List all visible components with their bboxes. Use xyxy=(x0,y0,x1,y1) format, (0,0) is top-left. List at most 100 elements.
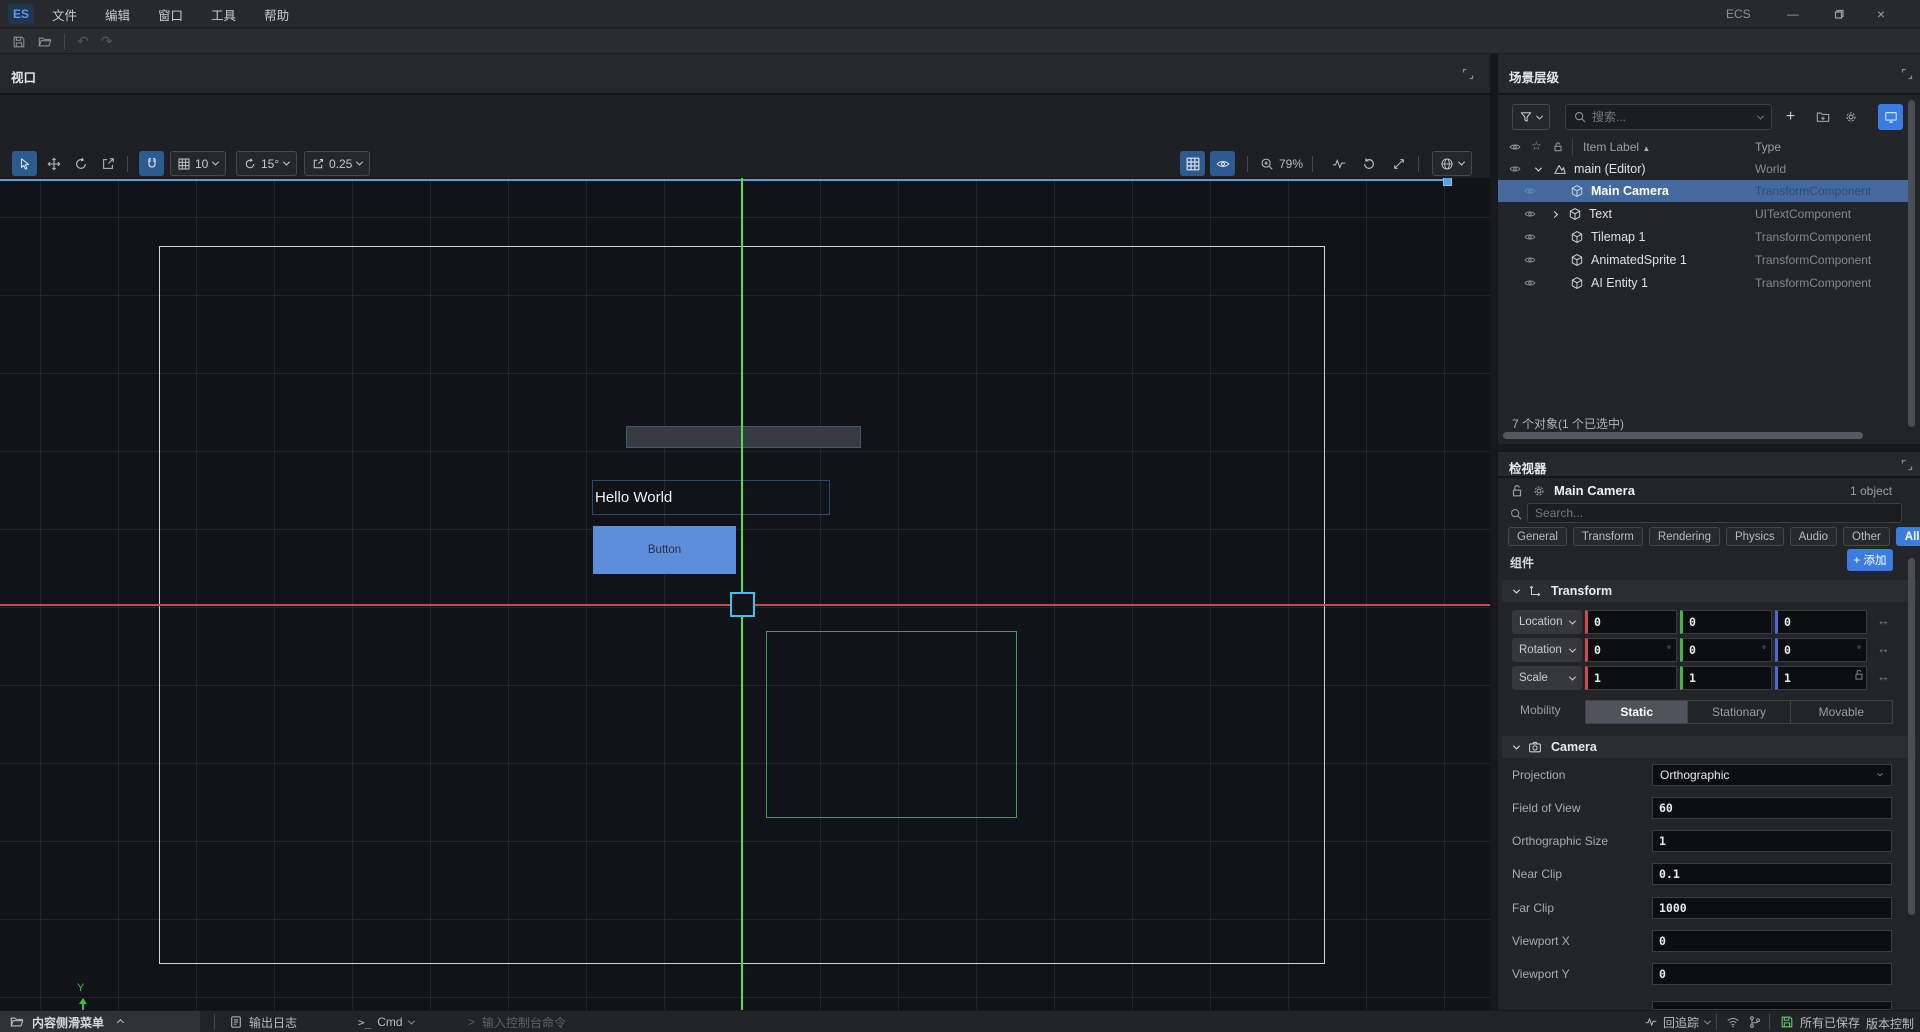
inspector-search-input[interactable] xyxy=(1535,506,1894,520)
tree-row-text[interactable]: Text UITextComponent xyxy=(1498,203,1908,225)
tab-rendering[interactable]: Rendering xyxy=(1649,527,1720,546)
show-grid-toggle[interactable] xyxy=(1180,151,1205,176)
output-log-button[interactable]: 输出日志 xyxy=(230,1011,297,1032)
eye-icon[interactable] xyxy=(1509,163,1521,175)
location-x-field[interactable] xyxy=(1585,610,1677,634)
viewport-x-field[interactable] xyxy=(1652,930,1892,952)
mobility-stationary[interactable]: Stationary xyxy=(1687,701,1789,723)
ui-text-element[interactable]: Hello World xyxy=(592,480,830,515)
world-mode-dropdown[interactable] xyxy=(1432,151,1472,176)
stats-tool[interactable] xyxy=(1326,151,1351,176)
menu-window[interactable]: 窗口 xyxy=(144,0,197,28)
viewport-expand-icon[interactable] xyxy=(1462,68,1474,80)
tab-transform[interactable]: Transform xyxy=(1573,527,1643,546)
rotation-dropdown[interactable]: Rotation xyxy=(1512,638,1582,662)
zoom-control[interactable]: 79% xyxy=(1260,151,1303,176)
rotation-snap-dropdown[interactable]: 15° xyxy=(236,151,297,176)
hierarchy-search-input[interactable] xyxy=(1592,110,1752,124)
eye-icon[interactable] xyxy=(1524,185,1536,197)
branch-icon[interactable] xyxy=(1748,1015,1762,1029)
location-y-field[interactable] xyxy=(1680,610,1772,634)
tree-row-ai-entity[interactable]: AI Entity 1 TransformComponent xyxy=(1498,272,1908,294)
tab-general[interactable]: General xyxy=(1508,527,1567,546)
gear-icon[interactable] xyxy=(1532,484,1546,498)
link-icon[interactable]: ↔ xyxy=(1877,613,1890,628)
eye-icon[interactable] xyxy=(1524,208,1536,220)
field-of-view-field[interactable] xyxy=(1652,797,1892,819)
version-control-button[interactable]: 版本控制 xyxy=(1866,1015,1914,1032)
add-component-button[interactable]: + 添加 xyxy=(1847,549,1893,571)
tab-other[interactable]: Other xyxy=(1843,527,1890,546)
origin-selection-box[interactable] xyxy=(730,592,755,617)
rotation-x-field[interactable]: ° xyxy=(1585,638,1677,662)
link-icon[interactable]: ↔ xyxy=(1877,641,1890,656)
add-entity-button[interactable]: + xyxy=(1778,104,1803,130)
unlock-icon[interactable] xyxy=(1510,484,1524,498)
viewport-y-field[interactable] xyxy=(1652,963,1892,985)
redo-icon[interactable]: ↷ xyxy=(101,33,113,50)
fullscreen-tool[interactable] xyxy=(1386,151,1411,176)
projection-select[interactable]: Orthographic xyxy=(1652,764,1892,786)
mobility-static[interactable]: Static xyxy=(1586,701,1687,723)
tab-all[interactable]: All xyxy=(1896,527,1920,546)
open-folder-icon[interactable] xyxy=(38,35,52,49)
mobility-movable[interactable]: Movable xyxy=(1790,701,1892,723)
star-icon[interactable]: ☆ xyxy=(1531,139,1542,153)
menu-edit[interactable]: 编辑 xyxy=(91,0,144,28)
col-item-label[interactable]: Item Label ▲ xyxy=(1583,140,1650,154)
panel-splitter[interactable] xyxy=(1490,54,1498,1010)
content-drawer-button[interactable]: 内容侧滑菜单 xyxy=(0,1011,200,1032)
orthographic-size-field[interactable] xyxy=(1652,830,1892,852)
tree-row-animatedsprite[interactable]: AnimatedSprite 1 TransformComponent xyxy=(1498,249,1908,271)
near-clip-field[interactable] xyxy=(1652,863,1892,885)
eye-icon[interactable] xyxy=(1524,277,1536,289)
hierarchy-search[interactable] xyxy=(1565,104,1772,130)
save-icon[interactable] xyxy=(12,35,26,49)
chevron-down-icon[interactable] xyxy=(1535,164,1542,171)
scale-snap-dropdown[interactable]: 0.25 xyxy=(304,151,370,176)
hierarchy-vscrollbar[interactable] xyxy=(1908,100,1915,427)
visibility-toggle[interactable] xyxy=(1210,151,1235,176)
hierarchy-settings-button[interactable] xyxy=(1838,104,1863,130)
inspector-expand-icon[interactable] xyxy=(1901,459,1913,471)
console-command-input[interactable]: > 输入控制台命令 xyxy=(468,1011,566,1032)
minimize-button[interactable]: — xyxy=(1778,0,1808,28)
grid-snap-dropdown[interactable]: 10 xyxy=(170,151,226,176)
tree-row-main-camera[interactable]: Main Camera TransformComponent xyxy=(1498,180,1908,202)
eye-icon[interactable] xyxy=(1524,254,1536,266)
reset-view-tool[interactable] xyxy=(1356,151,1381,176)
move-tool[interactable] xyxy=(41,151,66,176)
eye-icon[interactable] xyxy=(1509,141,1521,153)
edit-tool[interactable] xyxy=(95,151,120,176)
unlock-icon[interactable] xyxy=(1853,669,1865,681)
inspector-search[interactable] xyxy=(1527,503,1902,523)
display-mode-button[interactable] xyxy=(1878,104,1903,130)
menu-file[interactable]: 文件 xyxy=(38,0,91,28)
scale-dropdown[interactable]: Scale xyxy=(1512,666,1582,690)
rotation-z-field[interactable]: ° xyxy=(1775,638,1867,662)
hierarchy-expand-icon[interactable] xyxy=(1901,68,1913,80)
add-folder-button[interactable] xyxy=(1810,104,1835,130)
location-dropdown[interactable]: Location xyxy=(1512,610,1582,634)
guide-handle[interactable] xyxy=(1443,178,1452,186)
tab-physics[interactable]: Physics xyxy=(1726,527,1784,546)
transform-section-header[interactable]: Transform xyxy=(1502,580,1916,602)
ui-button-element[interactable]: Button xyxy=(593,526,736,574)
close-button[interactable]: × xyxy=(1866,0,1896,28)
maximize-button[interactable] xyxy=(1824,0,1854,28)
location-z-field[interactable] xyxy=(1775,610,1867,634)
ui-slider-element[interactable] xyxy=(626,426,861,448)
camera-section-header[interactable]: Camera xyxy=(1502,736,1916,758)
tree-row-tilemap[interactable]: Tilemap 1 TransformComponent xyxy=(1498,226,1908,248)
tree-row-world[interactable]: main (Editor) World xyxy=(1498,158,1908,180)
far-clip-field[interactable] xyxy=(1652,897,1892,919)
snap-tool[interactable] xyxy=(139,151,164,176)
menu-tools[interactable]: 工具 xyxy=(197,0,250,28)
trace-dropdown[interactable]: 回追踪 xyxy=(1645,1011,1710,1032)
scale-x-field[interactable] xyxy=(1585,666,1677,690)
eye-icon[interactable] xyxy=(1524,231,1536,243)
filter-dropdown[interactable] xyxy=(1512,104,1550,130)
network-status-icon[interactable] xyxy=(1726,1015,1740,1029)
app-logo[interactable]: ES xyxy=(8,4,34,24)
save-status[interactable]: 所有已保存 xyxy=(1780,1011,1860,1032)
